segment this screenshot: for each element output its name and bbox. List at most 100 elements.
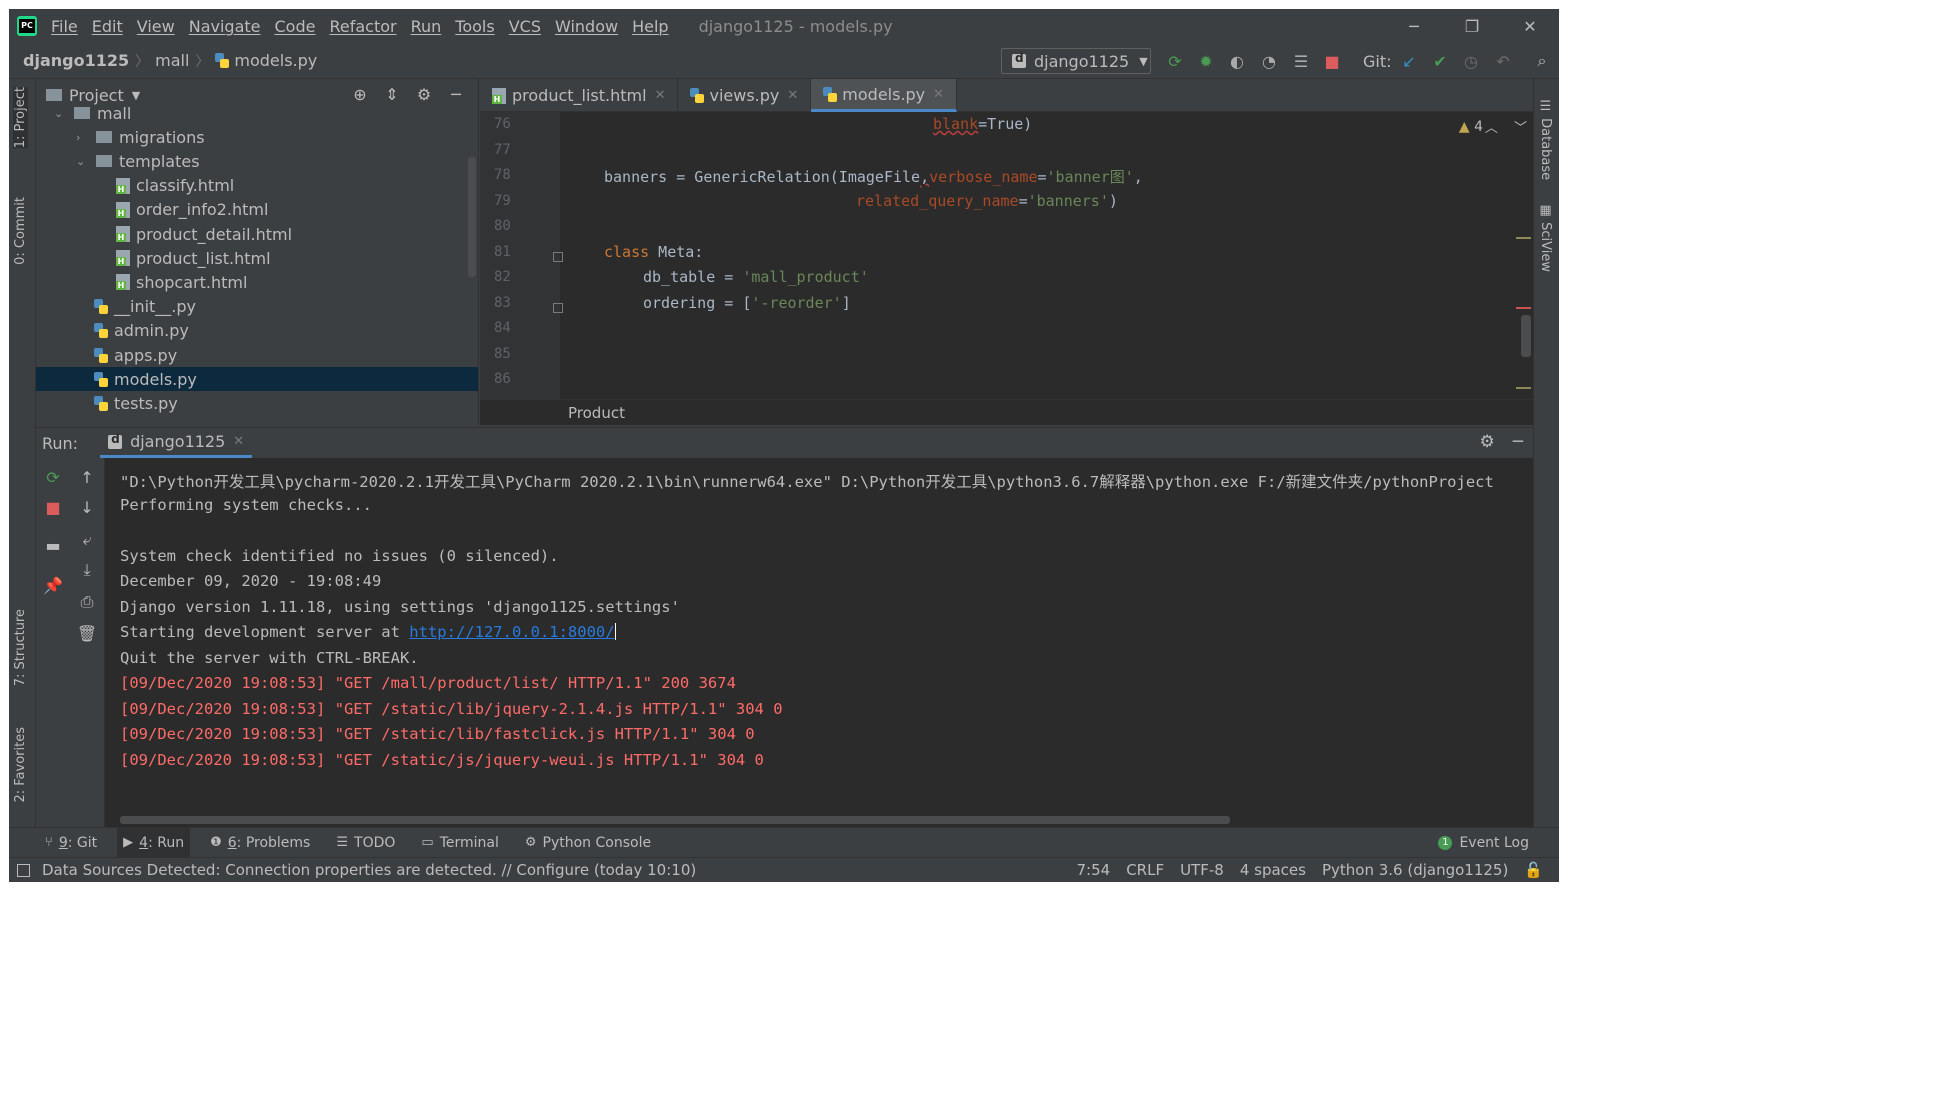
chevron-down-icon[interactable]: ⌄ xyxy=(54,107,68,120)
inspection-widget[interactable]: ▲ 4 xyxy=(1459,119,1483,135)
hide-icon[interactable]: ─ xyxy=(1513,432,1523,452)
menu-edit[interactable]: Edit xyxy=(92,17,123,36)
close-icon[interactable]: ✕ xyxy=(787,88,798,103)
indent-setting[interactable]: 4 spaces xyxy=(1240,861,1306,879)
stripe-marker[interactable] xyxy=(1516,387,1531,389)
arrow-down-icon[interactable]: ↓ xyxy=(70,498,104,517)
event-log-button[interactable]: 1 Event Log xyxy=(1438,835,1529,851)
chevron-down-icon[interactable]: ▼ xyxy=(132,89,140,102)
tool-window-run[interactable]: ▶ 4: Run xyxy=(117,827,191,858)
search-icon[interactable]: ⌕ xyxy=(1532,51,1552,71)
fold-icon[interactable] xyxy=(553,252,563,262)
tab-sciview[interactable]: ▦ SciView xyxy=(1538,203,1553,272)
close-window-button[interactable]: ✕ xyxy=(1501,9,1559,43)
close-icon[interactable]: ✕ xyxy=(233,434,244,449)
server-url-link[interactable]: http://127.0.0.1:8000/ xyxy=(409,623,614,641)
close-icon[interactable]: ✕ xyxy=(933,87,944,102)
rerun-icon[interactable]: ⟳ xyxy=(36,468,70,487)
editor-scrollbar[interactable] xyxy=(1521,315,1531,357)
menu-code[interactable]: Code xyxy=(275,17,316,36)
rerun-icon[interactable]: ⟳ xyxy=(1165,51,1185,71)
stripe-marker[interactable] xyxy=(1516,307,1531,309)
structure-breadcrumb[interactable]: Product xyxy=(480,399,1533,425)
chevron-right-icon[interactable]: › xyxy=(76,131,90,144)
tool-window-todo[interactable]: ☰ TODO xyxy=(336,828,395,858)
tree-item-shopcart-html[interactable]: shopcart.html xyxy=(36,270,478,294)
coverage-icon[interactable]: ◐ xyxy=(1227,51,1247,71)
fold-icon[interactable] xyxy=(553,303,563,313)
stripe-marker[interactable] xyxy=(1516,237,1531,239)
stop-icon[interactable]: ■ xyxy=(36,498,70,517)
chevron-up-icon[interactable]: ︿ xyxy=(1485,121,1498,136)
breadcrumb-file[interactable]: models.py xyxy=(234,51,317,70)
tree-item-templates[interactable]: ⌄ templates xyxy=(36,149,478,173)
menu-vcs[interactable]: VCS xyxy=(509,17,541,36)
print-icon[interactable]: ⎙ xyxy=(70,592,104,612)
tree-item-admin-py[interactable]: admin.py xyxy=(36,319,478,343)
python-interpreter[interactable]: Python 3.6 (django1125) xyxy=(1322,861,1508,879)
tree-item-models-py[interactable]: models.py xyxy=(36,367,478,392)
tree-item-mall[interactable]: ⌄ mall xyxy=(36,101,478,125)
run-tab-django1125[interactable]: django1125 ✕ xyxy=(100,428,253,458)
tree-item-product-list-html[interactable]: product_list.html xyxy=(36,246,478,270)
git-commit-icon[interactable]: ✔ xyxy=(1430,51,1450,71)
caret-position[interactable]: 7:54 xyxy=(1077,861,1111,879)
arrow-up-icon[interactable]: ↑ xyxy=(70,468,104,487)
menu-run[interactable]: Run xyxy=(411,17,442,36)
tree-item-order-info2-html[interactable]: order_info2.html xyxy=(36,198,478,222)
layout-icon[interactable]: ▬ xyxy=(36,536,70,555)
menu-navigate[interactable]: Navigate xyxy=(189,17,261,36)
restore-button[interactable]: ❐ xyxy=(1443,9,1501,43)
run-configuration-select[interactable]: django1125 ▼ xyxy=(1001,48,1151,74)
trash-icon[interactable]: 🗑 xyxy=(70,624,104,643)
tab-views-py[interactable]: views.py ✕ xyxy=(678,79,812,112)
status-message[interactable]: Data Sources Detected: Connection proper… xyxy=(42,861,696,879)
tool-window-git[interactable]: ⑂ 9: Git xyxy=(45,828,97,858)
minimize-button[interactable]: ─ xyxy=(1385,9,1443,43)
tree-item-product-detail-html[interactable]: product_detail.html xyxy=(36,222,478,246)
scroll-to-end-icon[interactable]: ⤓ xyxy=(70,560,104,580)
git-history-icon[interactable]: ◷ xyxy=(1461,51,1481,71)
tool-window-terminal[interactable]: ▭ Terminal xyxy=(421,828,498,858)
menu-view[interactable]: View xyxy=(137,17,175,36)
git-update-icon[interactable]: ↙ xyxy=(1399,51,1419,71)
tab-models-py[interactable]: models.py ✕ xyxy=(811,79,958,112)
tab-database[interactable]: ☰ Database xyxy=(1538,99,1553,180)
profile-icon[interactable]: ◔ xyxy=(1259,51,1279,71)
menu-help[interactable]: Help xyxy=(632,17,668,36)
debug-icon[interactable]: ✹ xyxy=(1196,51,1216,71)
menu-window[interactable]: Window xyxy=(555,17,618,36)
close-icon[interactable]: ✕ xyxy=(655,88,666,103)
tree-item-apps-py[interactable]: apps.py xyxy=(36,343,478,367)
tree-item-migrations[interactable]: › migrations xyxy=(36,125,478,149)
menu-refactor[interactable]: Refactor xyxy=(329,17,396,36)
tab-project[interactable]: 1: Project xyxy=(13,87,28,149)
tree-item-tests-py[interactable]: tests.py xyxy=(36,391,478,415)
chevron-down-icon[interactable]: ⌄ xyxy=(76,155,90,168)
tree-item--init-py[interactable]: __init__.py xyxy=(36,295,478,319)
tab-commit[interactable]: 0: Commit xyxy=(13,197,28,265)
soft-wrap-icon[interactable]: ⤶ xyxy=(70,530,104,550)
menu-tools[interactable]: Tools xyxy=(455,17,494,36)
chevron-down-icon[interactable]: ﹀ xyxy=(1514,121,1527,136)
menu-file[interactable]: File xyxy=(51,17,78,36)
run-tasks-icon[interactable]: ☰ xyxy=(1291,51,1311,71)
tool-window-python-console[interactable]: ⚙ Python Console xyxy=(525,828,651,858)
lock-icon[interactable]: 🔓 xyxy=(1524,861,1543,879)
tab-product-list-html[interactable]: product_list.html ✕ xyxy=(480,79,679,112)
tab-favorites[interactable]: 2: Favorites xyxy=(13,727,28,803)
prev-next-highlight[interactable]: ︿ ﹀ xyxy=(1485,117,1527,136)
stop-icon[interactable]: ■ xyxy=(1322,51,1342,71)
console-output[interactable]: "D:\Python开发工具\pycharm-2020.2.1开发工具\PyCh… xyxy=(105,458,1533,828)
tab-structure[interactable]: 7: Structure xyxy=(13,609,28,686)
project-scrollbar[interactable] xyxy=(468,157,476,277)
toggle-tool-windows-icon[interactable] xyxy=(17,863,30,877)
gear-icon[interactable]: ⚙ xyxy=(1480,432,1495,452)
pin-icon[interactable]: 📌 xyxy=(36,576,70,595)
breadcrumb-folder[interactable]: mall xyxy=(155,51,189,70)
tree-item-classify-html[interactable]: classify.html xyxy=(36,174,478,198)
breadcrumb-project[interactable]: django1125 xyxy=(23,51,129,70)
tool-window-problems[interactable]: ❶6: Problems xyxy=(210,828,310,858)
console-scrollbar[interactable] xyxy=(120,816,1230,824)
file-encoding[interactable]: UTF-8 xyxy=(1180,861,1224,879)
